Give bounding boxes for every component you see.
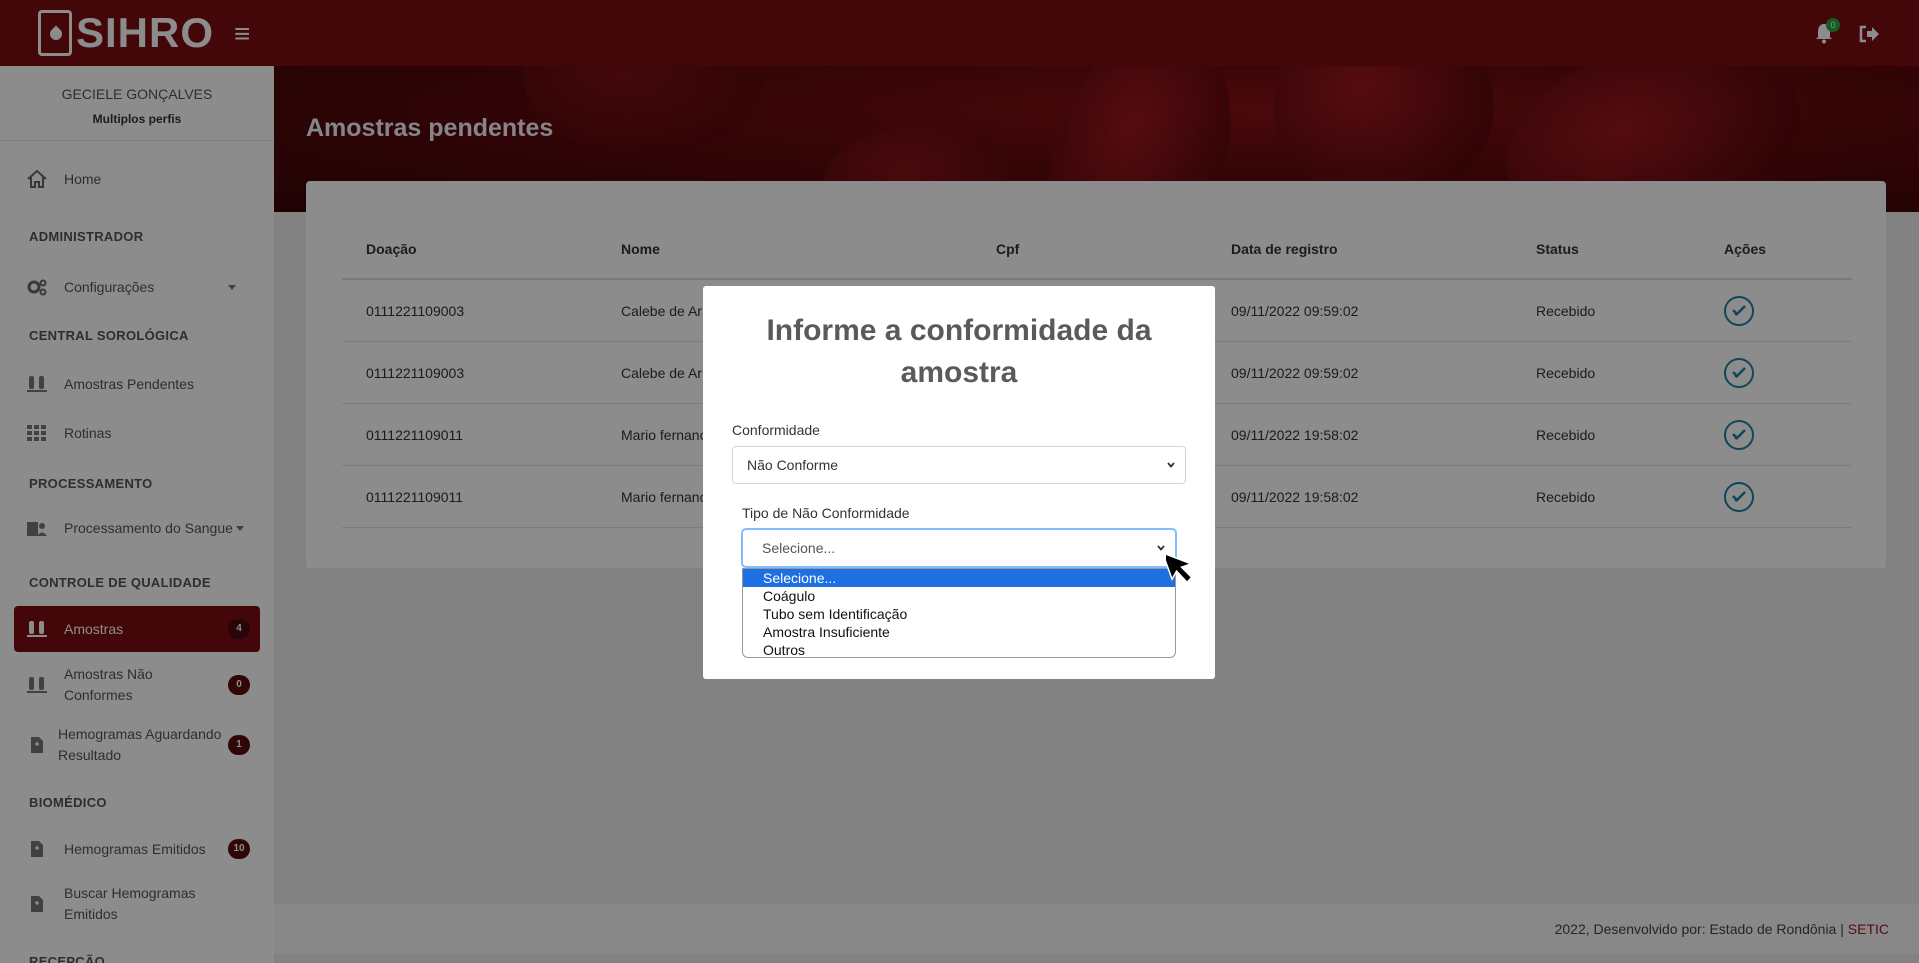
modal-title: Informe a conformidade da amostra bbox=[703, 310, 1215, 394]
mouse-pointer-icon bbox=[1166, 551, 1194, 584]
option-tubo-sem-identificacao[interactable]: Tubo sem Identificação bbox=[743, 605, 1175, 623]
modal-title-line: Informe a conformidade da bbox=[766, 314, 1152, 347]
modal-title-line: amostra bbox=[900, 356, 1018, 389]
option-amostra-insuficiente[interactable]: Amostra Insuficiente bbox=[743, 623, 1175, 641]
option-coagulo[interactable]: Coágulo bbox=[743, 587, 1175, 605]
option-selecione[interactable]: Selecione... bbox=[743, 569, 1175, 587]
chevron-down-icon bbox=[1167, 462, 1175, 468]
tipo-label: Tipo de Não Conformidade bbox=[742, 505, 910, 521]
tipo-options-list: Selecione... Coágulo Tubo sem Identifica… bbox=[742, 568, 1176, 658]
chevron-down-icon bbox=[1157, 545, 1165, 551]
conformidade-value: Não Conforme bbox=[747, 457, 839, 473]
tipo-nao-conformidade-select[interactable]: Selecione... bbox=[742, 529, 1176, 567]
tipo-value: Selecione... bbox=[762, 540, 836, 556]
conformidade-select[interactable]: Não Conforme bbox=[732, 446, 1186, 484]
conformidade-label: Conformidade bbox=[732, 422, 820, 438]
option-outros[interactable]: Outros bbox=[743, 641, 1175, 659]
